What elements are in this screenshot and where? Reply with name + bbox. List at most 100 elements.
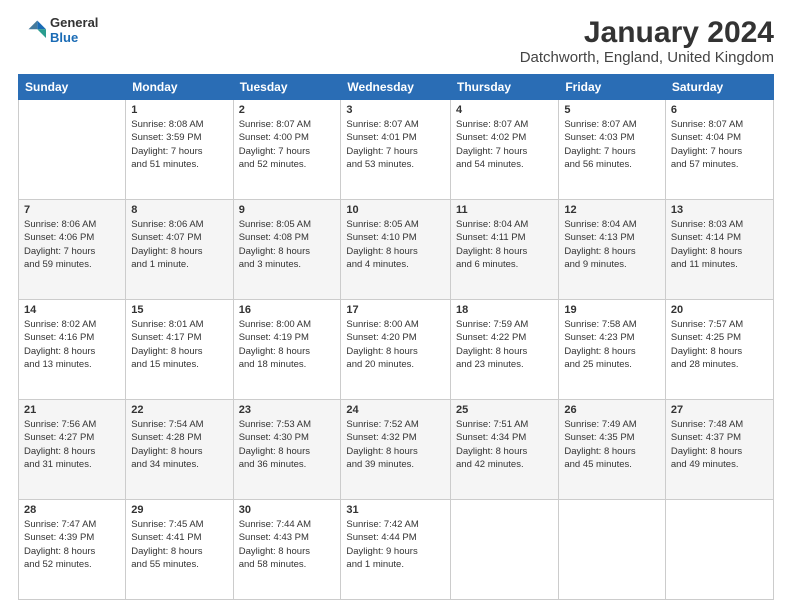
day-info: Sunrise: 8:00 AM Sunset: 4:20 PM Dayligh…: [346, 318, 445, 371]
day-number: 1: [131, 104, 227, 116]
week-row-4: 21 Sunrise: 7:56 AM Sunset: 4:27 PM Dayli…: [19, 400, 774, 500]
day-info: Sunrise: 7:59 AM Sunset: 4:22 PM Dayligh…: [456, 318, 553, 371]
calendar-cell: [559, 500, 666, 600]
calendar-cell: 18 Sunrise: 7:59 AM Sunset: 4:22 PM Dayli…: [451, 300, 559, 400]
day-info: Sunrise: 7:44 AM Sunset: 4:43 PM Dayligh…: [239, 518, 336, 571]
day-number: 4: [456, 104, 553, 116]
calendar-cell: [19, 100, 126, 200]
week-row-2: 7 Sunrise: 8:06 AM Sunset: 4:06 PM Daylig…: [19, 200, 774, 300]
day-number: 2: [239, 104, 336, 116]
week-row-3: 14 Sunrise: 8:02 AM Sunset: 4:16 PM Dayli…: [19, 300, 774, 400]
calendar-cell: 26 Sunrise: 7:49 AM Sunset: 4:35 PM Dayli…: [559, 400, 666, 500]
day-number: 21: [24, 404, 120, 416]
calendar-cell: 22 Sunrise: 7:54 AM Sunset: 4:28 PM Dayli…: [126, 400, 233, 500]
title-block: January 2024 Datchworth, England, United…: [520, 16, 774, 66]
day-number: 18: [456, 304, 553, 316]
day-info: Sunrise: 8:08 AM Sunset: 3:59 PM Dayligh…: [131, 118, 227, 171]
day-info: Sunrise: 8:07 AM Sunset: 4:03 PM Dayligh…: [564, 118, 660, 171]
day-number: 27: [671, 404, 768, 416]
day-number: 11: [456, 204, 553, 216]
weekday-header-friday: Friday: [559, 75, 666, 100]
day-info: Sunrise: 8:04 AM Sunset: 4:11 PM Dayligh…: [456, 218, 553, 271]
day-info: Sunrise: 7:48 AM Sunset: 4:37 PM Dayligh…: [671, 418, 768, 471]
day-number: 8: [131, 204, 227, 216]
day-number: 16: [239, 304, 336, 316]
day-info: Sunrise: 7:49 AM Sunset: 4:35 PM Dayligh…: [564, 418, 660, 471]
calendar-cell: 28 Sunrise: 7:47 AM Sunset: 4:39 PM Dayli…: [19, 500, 126, 600]
day-number: 14: [24, 304, 120, 316]
day-number: 23: [239, 404, 336, 416]
weekday-header-thursday: Thursday: [451, 75, 559, 100]
logo-text: General Blue: [50, 16, 98, 46]
weekday-header-tuesday: Tuesday: [233, 75, 341, 100]
day-info: Sunrise: 8:01 AM Sunset: 4:17 PM Dayligh…: [131, 318, 227, 371]
day-number: 9: [239, 204, 336, 216]
month-title: January 2024: [520, 16, 774, 49]
day-info: Sunrise: 7:54 AM Sunset: 4:28 PM Dayligh…: [131, 418, 227, 471]
weekday-header-row: SundayMondayTuesdayWednesdayThursdayFrid…: [19, 75, 774, 100]
day-info: Sunrise: 8:06 AM Sunset: 4:06 PM Dayligh…: [24, 218, 120, 271]
calendar-cell: 13Sunrise: 8:03 AM Sunset: 4:14 PM Dayli…: [665, 200, 773, 300]
calendar-cell: 6Sunrise: 8:07 AM Sunset: 4:04 PM Daylig…: [665, 100, 773, 200]
day-info: Sunrise: 8:05 AM Sunset: 4:10 PM Dayligh…: [346, 218, 445, 271]
day-info: Sunrise: 7:56 AM Sunset: 4:27 PM Dayligh…: [24, 418, 120, 471]
day-number: 22: [131, 404, 227, 416]
calendar-cell: 31 Sunrise: 7:42 AM Sunset: 4:44 PM Dayli…: [341, 500, 451, 600]
weekday-header-monday: Monday: [126, 75, 233, 100]
day-number: 24: [346, 404, 445, 416]
day-number: 10: [346, 204, 445, 216]
calendar-cell: 5Sunrise: 8:07 AM Sunset: 4:03 PM Daylig…: [559, 100, 666, 200]
calendar-cell: [665, 500, 773, 600]
logo-general: General: [50, 16, 98, 31]
weekday-header-wednesday: Wednesday: [341, 75, 451, 100]
calendar-page: General Blue January 2024 Datchworth, En…: [0, 0, 792, 612]
day-info: Sunrise: 7:58 AM Sunset: 4:23 PM Dayligh…: [564, 318, 660, 371]
day-info: Sunrise: 8:07 AM Sunset: 4:02 PM Dayligh…: [456, 118, 553, 171]
day-number: 3: [346, 104, 445, 116]
calendar-cell: 1 Sunrise: 8:08 AM Sunset: 3:59 PM Daylig…: [126, 100, 233, 200]
day-info: Sunrise: 7:47 AM Sunset: 4:39 PM Dayligh…: [24, 518, 120, 571]
calendar-cell: 10 Sunrise: 8:05 AM Sunset: 4:10 PM Dayli…: [341, 200, 451, 300]
calendar-cell: 9 Sunrise: 8:05 AM Sunset: 4:08 PM Daylig…: [233, 200, 341, 300]
day-number: 17: [346, 304, 445, 316]
calendar-cell: 24 Sunrise: 7:52 AM Sunset: 4:32 PM Dayli…: [341, 400, 451, 500]
day-info: Sunrise: 7:57 AM Sunset: 4:25 PM Dayligh…: [671, 318, 768, 371]
logo-blue: Blue: [50, 31, 98, 46]
day-info: Sunrise: 8:02 AM Sunset: 4:16 PM Dayligh…: [24, 318, 120, 371]
calendar-cell: 12 Sunrise: 8:04 AM Sunset: 4:13 PM Dayli…: [559, 200, 666, 300]
calendar-cell: 23 Sunrise: 7:53 AM Sunset: 4:30 PM Dayli…: [233, 400, 341, 500]
header: General Blue January 2024 Datchworth, En…: [18, 16, 774, 66]
day-number: 25: [456, 404, 553, 416]
day-number: 12: [564, 204, 660, 216]
day-info: Sunrise: 7:42 AM Sunset: 4:44 PM Dayligh…: [346, 518, 445, 571]
day-number: 28: [24, 504, 120, 516]
day-info: Sunrise: 8:06 AM Sunset: 4:07 PM Dayligh…: [131, 218, 227, 271]
day-number: 6: [671, 104, 768, 116]
calendar-cell: 20 Sunrise: 7:57 AM Sunset: 4:25 PM Dayli…: [665, 300, 773, 400]
day-number: 31: [346, 504, 445, 516]
logo-icon: [18, 17, 46, 45]
day-info: Sunrise: 7:45 AM Sunset: 4:41 PM Dayligh…: [131, 518, 227, 571]
calendar-cell: 4 Sunrise: 8:07 AM Sunset: 4:02 PM Daylig…: [451, 100, 559, 200]
calendar-cell: 25 Sunrise: 7:51 AM Sunset: 4:34 PM Dayli…: [451, 400, 559, 500]
day-info: Sunrise: 7:51 AM Sunset: 4:34 PM Dayligh…: [456, 418, 553, 471]
day-number: 20: [671, 304, 768, 316]
calendar-cell: 14 Sunrise: 8:02 AM Sunset: 4:16 PM Dayli…: [19, 300, 126, 400]
calendar-cell: 27 Sunrise: 7:48 AM Sunset: 4:37 PM Dayli…: [665, 400, 773, 500]
day-number: 7: [24, 204, 120, 216]
day-number: 26: [564, 404, 660, 416]
calendar-cell: 19Sunrise: 7:58 AM Sunset: 4:23 PM Dayli…: [559, 300, 666, 400]
day-number: 15: [131, 304, 227, 316]
calendar-cell: 7 Sunrise: 8:06 AM Sunset: 4:06 PM Daylig…: [19, 200, 126, 300]
week-row-1: 1 Sunrise: 8:08 AM Sunset: 3:59 PM Daylig…: [19, 100, 774, 200]
day-info: Sunrise: 8:00 AM Sunset: 4:19 PM Dayligh…: [239, 318, 336, 371]
day-info: Sunrise: 7:53 AM Sunset: 4:30 PM Dayligh…: [239, 418, 336, 471]
day-info: Sunrise: 7:52 AM Sunset: 4:32 PM Dayligh…: [346, 418, 445, 471]
location: Datchworth, England, United Kingdom: [520, 49, 774, 66]
day-info: Sunrise: 8:05 AM Sunset: 4:08 PM Dayligh…: [239, 218, 336, 271]
week-row-5: 28 Sunrise: 7:47 AM Sunset: 4:39 PM Dayli…: [19, 500, 774, 600]
day-info: Sunrise: 8:04 AM Sunset: 4:13 PM Dayligh…: [564, 218, 660, 271]
weekday-header-sunday: Sunday: [19, 75, 126, 100]
day-number: 13: [671, 204, 768, 216]
weekday-header-saturday: Saturday: [665, 75, 773, 100]
